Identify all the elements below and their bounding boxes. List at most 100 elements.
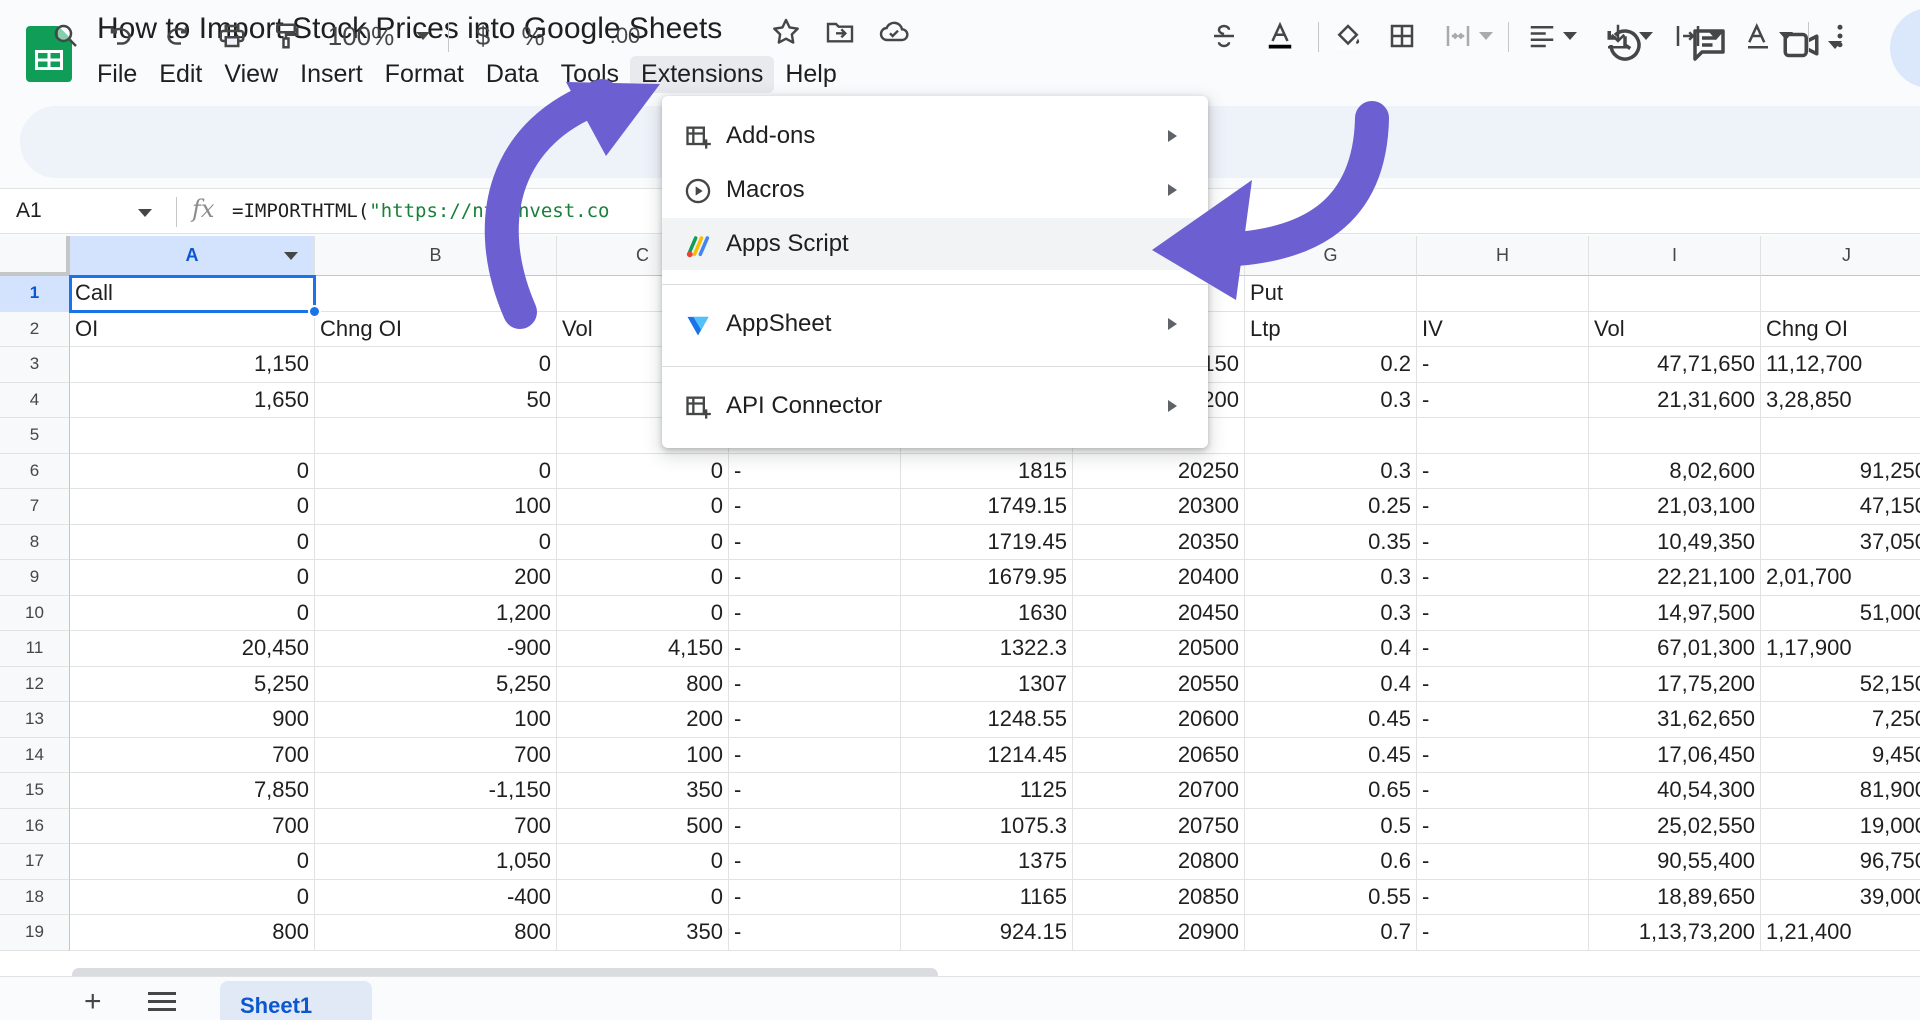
- cell-c8[interactable]: 0: [557, 524, 729, 560]
- cell-e6[interactable]: 1815: [901, 453, 1073, 489]
- cell-c10[interactable]: 0: [557, 595, 729, 631]
- cell-h11[interactable]: -: [1417, 631, 1589, 667]
- row-header[interactable]: 18: [0, 879, 70, 915]
- row-header[interactable]: 9: [0, 560, 70, 596]
- strikethrough-icon[interactable]: [1204, 12, 1244, 60]
- cell-d16[interactable]: -: [729, 808, 901, 844]
- row-header[interactable]: 15: [0, 773, 70, 809]
- cell-h14[interactable]: -: [1417, 737, 1589, 773]
- cell-a13[interactable]: 900: [70, 702, 315, 738]
- cell-j12[interactable]: 52,150: [1761, 667, 1920, 702]
- cell-j3[interactable]: 11,12,700: [1761, 347, 1920, 383]
- more-vert-icon[interactable]: [1820, 12, 1860, 60]
- cell-f13[interactable]: 20600: [1073, 702, 1245, 738]
- cell-c7[interactable]: 0: [557, 489, 729, 525]
- cell-d11[interactable]: -: [729, 631, 901, 667]
- row-header[interactable]: 11: [0, 631, 70, 667]
- cell-e19[interactable]: 924.15: [901, 915, 1073, 951]
- cell-a10[interactable]: 0: [70, 595, 315, 631]
- cell-i7[interactable]: 21,03,100: [1589, 489, 1761, 525]
- row-header[interactable]: 8: [0, 524, 70, 560]
- menu-insert[interactable]: Insert: [289, 56, 374, 93]
- cell-c13[interactable]: 200: [557, 702, 729, 738]
- cell-g11[interactable]: 0.4: [1245, 631, 1417, 667]
- formula-input[interactable]: =IMPORTHTML("https://ntyinvest.co: [232, 200, 610, 222]
- cell-h7[interactable]: -: [1417, 489, 1589, 525]
- cell-b4[interactable]: 50: [315, 382, 557, 418]
- cell-j1[interactable]: [1761, 276, 1920, 312]
- cell-g14[interactable]: 0.45: [1245, 737, 1417, 773]
- cell-g2[interactable]: Ltp: [1245, 311, 1417, 347]
- print-icon[interactable]: [212, 12, 252, 60]
- menu-format[interactable]: Format: [374, 56, 475, 93]
- cell-a3[interactable]: 1,150: [70, 347, 315, 383]
- cell-e12[interactable]: 1307: [901, 666, 1073, 702]
- text-wrapping-icon[interactable]: [1666, 12, 1730, 60]
- text-rotation-icon[interactable]: [1736, 12, 1800, 60]
- cell-e7[interactable]: 1749.15: [901, 489, 1073, 525]
- row-header[interactable]: 17: [0, 844, 70, 880]
- cell-g1[interactable]: Put: [1245, 276, 1417, 312]
- menu-file[interactable]: File: [86, 56, 148, 93]
- cell-g6[interactable]: 0.3: [1245, 453, 1417, 489]
- cell-g13[interactable]: 0.45: [1245, 702, 1417, 738]
- cell-b16[interactable]: 700: [315, 808, 557, 844]
- cell-h6[interactable]: -: [1417, 453, 1589, 489]
- row-header[interactable]: 10: [0, 595, 70, 631]
- cell-h10[interactable]: -: [1417, 595, 1589, 631]
- row-header[interactable]: 1: [0, 276, 70, 312]
- cell-f12[interactable]: 20550: [1073, 666, 1245, 702]
- cell-f15[interactable]: 20700: [1073, 773, 1245, 809]
- cell-g5[interactable]: [1245, 418, 1417, 454]
- cell-h12[interactable]: -: [1417, 666, 1589, 702]
- cell-c12[interactable]: 800: [557, 666, 729, 702]
- cell-j17[interactable]: 96,750: [1761, 844, 1920, 880]
- cell-j16[interactable]: 19,000: [1761, 809, 1920, 844]
- cell-d9[interactable]: -: [729, 560, 901, 596]
- cell-j4[interactable]: 3,28,850: [1761, 383, 1920, 418]
- merge-cells-icon[interactable]: [1438, 12, 1498, 60]
- cell-h3[interactable]: -: [1417, 347, 1589, 383]
- menu-view[interactable]: View: [213, 56, 289, 93]
- cell-h2[interactable]: IV: [1417, 311, 1589, 347]
- cell-j7[interactable]: 47,150: [1761, 489, 1920, 525]
- cloud-saved-icon[interactable]: [878, 16, 910, 53]
- cell-b11[interactable]: -900: [315, 631, 557, 667]
- column-header-g[interactable]: G: [1245, 236, 1417, 276]
- cell-b17[interactable]: 1,050: [315, 844, 557, 880]
- horizontal-align-icon[interactable]: [1520, 12, 1584, 60]
- cell-e8[interactable]: 1719.45: [901, 524, 1073, 560]
- menu-help[interactable]: Help: [774, 56, 847, 93]
- cell-h17[interactable]: -: [1417, 844, 1589, 880]
- cell-i2[interactable]: Vol: [1589, 311, 1761, 347]
- horizontal-scrollbar[interactable]: [72, 968, 938, 976]
- cell-i8[interactable]: 10,49,350: [1589, 524, 1761, 560]
- column-header-i[interactable]: I: [1589, 236, 1761, 276]
- cell-j14[interactable]: 9,450: [1761, 738, 1920, 773]
- cell-i9[interactable]: 22,21,100: [1589, 560, 1761, 596]
- row-header[interactable]: 4: [0, 382, 70, 418]
- cell-c17[interactable]: 0: [557, 844, 729, 880]
- column-header-a[interactable]: A: [70, 236, 315, 276]
- star-icon[interactable]: [770, 16, 802, 53]
- cell-a5[interactable]: [70, 418, 315, 454]
- cell-e17[interactable]: 1375: [901, 844, 1073, 880]
- cell-i14[interactable]: 17,06,450: [1589, 737, 1761, 773]
- cell-a15[interactable]: 7,850: [70, 773, 315, 809]
- cell-h1[interactable]: [1417, 276, 1589, 312]
- cell-h15[interactable]: -: [1417, 773, 1589, 809]
- cell-f16[interactable]: 20750: [1073, 808, 1245, 844]
- decrease-decimal-button[interactable]: .00: [600, 12, 650, 60]
- cell-f9[interactable]: 20400: [1073, 560, 1245, 596]
- row-header[interactable]: 14: [0, 737, 70, 773]
- cell-i10[interactable]: 14,97,500: [1589, 595, 1761, 631]
- cell-d15[interactable]: -: [729, 773, 901, 809]
- cell-g3[interactable]: 0.2: [1245, 347, 1417, 383]
- cell-b14[interactable]: 700: [315, 737, 557, 773]
- cell-f18[interactable]: 20850: [1073, 879, 1245, 915]
- cell-g19[interactable]: 0.7: [1245, 915, 1417, 951]
- cell-f7[interactable]: 20300: [1073, 489, 1245, 525]
- cell-c16[interactable]: 500: [557, 808, 729, 844]
- row-header[interactable]: 6: [0, 453, 70, 489]
- menu-extensions[interactable]: Extensions: [630, 55, 775, 93]
